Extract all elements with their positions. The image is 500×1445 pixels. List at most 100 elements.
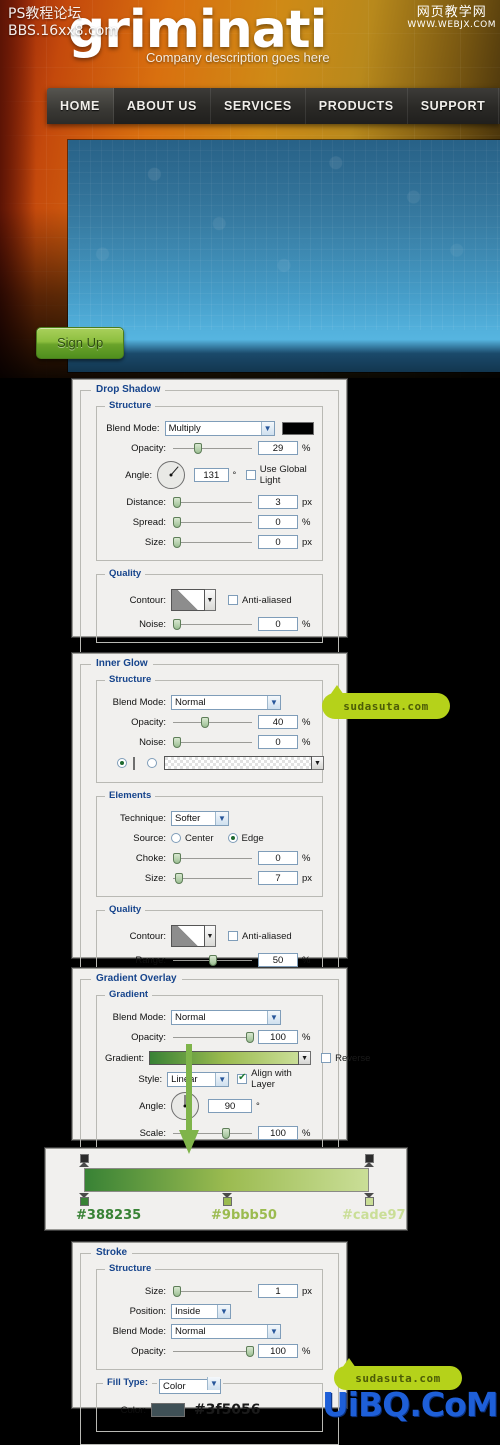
ig-fill-gradient-radio[interactable] (147, 758, 157, 768)
go-opacity-slider[interactable] (173, 1030, 254, 1044)
ig-range-slider[interactable] (173, 953, 252, 967)
go-gradient-dropdown-icon[interactable]: ▼ (299, 1051, 312, 1065)
slider-knob[interactable] (245, 1346, 254, 1357)
st-fill-type-select-wrap[interactable]: Color ▼ (157, 1376, 223, 1394)
ig-size-input[interactable]: 7 (258, 871, 298, 885)
distance-slider[interactable] (173, 495, 252, 509)
go-blend-mode-select[interactable]: Normal (171, 1009, 281, 1025)
angle-dial[interactable] (157, 461, 186, 489)
ig-technique-select[interactable]: Softer (171, 810, 229, 826)
slider-knob[interactable] (194, 443, 203, 454)
ig-source-edge-radio[interactable] (227, 833, 238, 843)
row-spread: Spread: 0 % (105, 513, 314, 531)
gradient-color-stop-1[interactable] (79, 1193, 90, 1207)
ig-technique-select-wrap[interactable]: Softer ▼ (171, 810, 229, 826)
slider-knob[interactable] (173, 737, 181, 748)
anti-aliased-label: Anti-aliased (242, 594, 292, 606)
slider-knob[interactable] (175, 873, 184, 884)
go-gradient-preview[interactable] (149, 1051, 300, 1065)
go-opacity-input[interactable]: 100 (258, 1030, 298, 1044)
slider-knob[interactable] (245, 1032, 254, 1043)
slider-knob[interactable] (173, 497, 181, 508)
spread-input[interactable]: 0 (258, 515, 298, 529)
ig-range-input[interactable]: 50 (258, 953, 298, 967)
noise-slider[interactable] (173, 617, 252, 631)
go-align-with-layer-checkbox[interactable] (237, 1072, 248, 1084)
row-ig-range: Range: 50 % (105, 951, 314, 969)
use-global-light-checkbox[interactable] (245, 470, 256, 480)
ig-choke-input[interactable]: 0 (258, 851, 298, 865)
slider-knob[interactable] (208, 955, 217, 966)
sign-up-button[interactable]: Sign Up (36, 327, 125, 359)
st-opacity-slider[interactable] (173, 1344, 254, 1358)
ig-glow-color-swatch[interactable] (133, 756, 135, 770)
ig-noise-input[interactable]: 0 (258, 735, 298, 749)
slider-knob[interactable] (173, 517, 181, 528)
use-global-light-label: Use Global Light (259, 464, 307, 486)
ig-size-slider[interactable] (173, 871, 252, 885)
spread-slider[interactable] (173, 515, 252, 529)
gradient-editor-bar[interactable] (84, 1168, 369, 1192)
ig-source-center-radio[interactable] (171, 833, 181, 843)
bubble-tail (342, 1358, 356, 1368)
opacity-slider[interactable] (173, 441, 252, 455)
ig-source-center-label: Center (185, 832, 214, 844)
ig-anti-aliased-checkbox[interactable] (228, 931, 238, 941)
go-scale-input[interactable]: 100 (258, 1126, 298, 1140)
size-input[interactable]: 0 (258, 535, 298, 549)
st-position-select[interactable]: Inside (171, 1303, 231, 1319)
contour-preview[interactable] (171, 589, 205, 611)
go-blend-mode-select-wrap[interactable]: Normal ▼ (171, 1009, 281, 1025)
ig-gradient-preview[interactable] (164, 756, 312, 770)
ig-contour-dropdown-icon[interactable]: ▼ (205, 925, 216, 947)
st-fill-type-select[interactable]: Color (159, 1379, 221, 1394)
st-fill-type-selwrap[interactable]: Color ▼ (159, 1376, 221, 1394)
st-blend-mode-select[interactable]: Normal (171, 1323, 281, 1339)
nav-item-home[interactable]: HOME (47, 88, 114, 124)
nav-item-about-us[interactable]: ABOUT US (114, 88, 211, 124)
st-position-select-wrap[interactable]: Inside ▼ (171, 1303, 231, 1319)
ig-opacity-input[interactable]: 40 (258, 715, 298, 729)
blend-mode-select[interactable]: Multiply (164, 420, 275, 436)
go-reverse-checkbox[interactable] (321, 1053, 332, 1063)
inner-glow-outer-group: Inner Glow Structure Blend Mode: Normal … (80, 658, 339, 1012)
slider-knob[interactable] (173, 619, 181, 630)
ig-contour-preview[interactable] (171, 925, 205, 947)
nav-item-products[interactable]: PRODUCTS (306, 88, 408, 124)
opacity-input[interactable]: 29 (258, 441, 298, 455)
st-color-swatch[interactable] (151, 1403, 185, 1417)
hero-fade (68, 140, 500, 330)
slider-knob[interactable] (173, 853, 181, 864)
noise-input[interactable]: 0 (258, 617, 298, 631)
slider-knob[interactable] (221, 1128, 230, 1139)
shadow-color-swatch[interactable] (281, 421, 314, 435)
gradient-color-stop-2[interactable] (222, 1193, 233, 1207)
gradient-color-stop-3[interactable] (364, 1193, 375, 1207)
size-slider[interactable] (173, 535, 252, 549)
st-opacity-input[interactable]: 100 (258, 1344, 298, 1358)
gradient-opacity-stop-right[interactable] (364, 1154, 375, 1167)
ig-fill-color-radio[interactable] (117, 758, 127, 768)
ig-opacity-slider[interactable] (173, 715, 252, 729)
st-size-slider[interactable] (173, 1284, 252, 1298)
nav-item-support[interactable]: SUPPORT (408, 88, 500, 124)
go-angle-input[interactable]: 90 (208, 1099, 252, 1113)
anti-aliased-checkbox[interactable] (228, 595, 238, 605)
site-navigation[interactable]: HOME ABOUT US SERVICES PRODUCTS SUPPORT … (47, 88, 500, 124)
distance-input[interactable]: 3 (258, 495, 298, 509)
slider-knob[interactable] (173, 1286, 181, 1297)
ig-choke-slider[interactable] (173, 851, 252, 865)
contour-dropdown-icon[interactable]: ▼ (205, 589, 216, 611)
st-blend-mode-select-wrap[interactable]: Normal ▼ (171, 1323, 281, 1339)
gradient-opacity-stop-left[interactable] (79, 1154, 90, 1167)
blend-mode-select-wrap[interactable]: Multiply ▼ (164, 420, 275, 436)
ig-gradient-dropdown-icon[interactable]: ▼ (312, 756, 324, 770)
ig-blend-mode-select-wrap[interactable]: Normal ▼ (171, 694, 281, 710)
ig-blend-mode-select[interactable]: Normal (171, 694, 281, 710)
st-size-input[interactable]: 1 (258, 1284, 298, 1298)
nav-item-services[interactable]: SERVICES (211, 88, 306, 124)
slider-knob[interactable] (173, 537, 181, 548)
angle-input[interactable]: 131 (194, 468, 229, 482)
slider-knob[interactable] (201, 717, 210, 728)
ig-noise-slider[interactable] (173, 735, 252, 749)
